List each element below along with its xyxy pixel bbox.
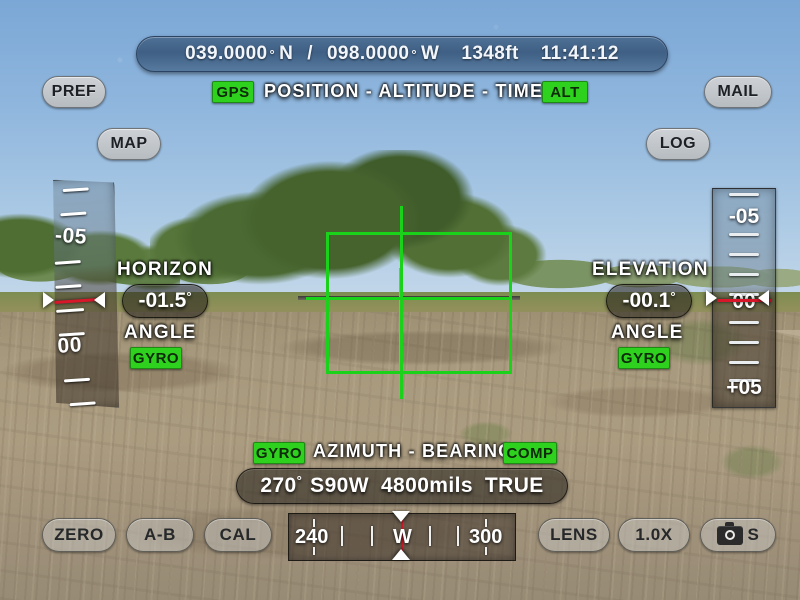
cal-button[interactable]: CAL	[204, 518, 272, 552]
elevation-title: ELEVATION	[592, 259, 709, 280]
azimuth-degrees: 270	[260, 474, 297, 497]
azimuth-mils: 4800mils	[380, 474, 473, 497]
altitude-value: 1348ft	[461, 43, 519, 64]
position-altitude-time-bar[interactable]: 039.0000 ° N / 098.0000 ° W 1348ft 11:41…	[136, 36, 668, 72]
elevation-value-readout[interactable]: -00.1 °	[606, 284, 692, 318]
horizon-title: HORIZON	[117, 259, 214, 280]
latitude-hemisphere: N	[279, 43, 294, 64]
elevation-source-badge[interactable]: GYRO	[618, 347, 670, 369]
hud-camera-view: 039.0000 ° N / 098.0000 ° W 1348ft 11:41…	[0, 0, 800, 600]
zero-button[interactable]: ZERO	[42, 518, 116, 552]
azimuth-bearing-readout[interactable]: 270 ° S90W 4800mils TRUE	[236, 468, 568, 504]
elevation-degree-symbol: °	[670, 289, 676, 304]
central-tree	[150, 150, 570, 310]
azimuth-comp-badge[interactable]: COMP	[503, 442, 557, 464]
elevation-tick	[729, 193, 759, 196]
time-value: 11:41:12	[540, 43, 619, 64]
horizon-pointer-left	[43, 292, 54, 308]
latitude-degree-symbol: °	[269, 46, 276, 62]
compass-label-center: W	[393, 526, 412, 548]
elevation-subtitle: ANGLE	[611, 322, 684, 343]
longitude-hemisphere: W	[421, 43, 440, 64]
compass-tick	[313, 519, 315, 527]
camera-mode-label: S	[747, 525, 760, 544]
azimuth-reference: TRUE	[484, 474, 544, 497]
elevation-tick	[729, 273, 759, 276]
longitude-value: 098.0000	[326, 43, 410, 64]
azimuth-gyro-badge[interactable]: GYRO	[253, 442, 305, 464]
gps-badge[interactable]: GPS	[212, 81, 254, 103]
pref-button[interactable]: PREF	[42, 76, 106, 108]
horizon-degree-symbol: °	[186, 289, 192, 304]
longitude-degree-symbol: °	[411, 46, 418, 62]
elevation-scale-label-plus5: +05	[726, 376, 762, 399]
horizon-value: -01.5	[138, 289, 187, 312]
elevation-pointer-right	[758, 290, 769, 306]
compass-tick	[457, 526, 459, 546]
horizon-scale-label-zero: 00	[56, 333, 83, 358]
elevation-tick	[729, 233, 759, 236]
azimuth-degree-symbol: °	[296, 473, 303, 488]
log-button[interactable]: LOG	[646, 128, 710, 160]
azimuth-bearing-title: AZIMUTH - BEARING	[313, 441, 514, 461]
compass-tick	[371, 526, 373, 546]
horizon-subtitle: ANGLE	[124, 322, 197, 343]
camera-shutter-button[interactable]: S	[700, 518, 776, 552]
compass-label-left: 240	[295, 526, 329, 548]
elevation-tick	[729, 361, 759, 364]
mail-button[interactable]: MAIL	[704, 76, 772, 108]
compass-marker-bottom	[392, 549, 410, 560]
position-altitude-time-title: POSITION - ALTITUDE - TIME	[264, 81, 544, 101]
elevation-pointer-left	[706, 290, 717, 306]
compass-tick	[313, 547, 315, 555]
coordinate-separator: /	[307, 43, 313, 64]
latitude-value: 039.0000	[185, 43, 268, 64]
compass-tick	[429, 526, 431, 546]
ab-button[interactable]: A-B	[126, 518, 194, 552]
horizon-source-badge[interactable]: GYRO	[130, 347, 182, 369]
compass-marker-top	[392, 511, 410, 522]
elevation-value: -00.1	[622, 289, 671, 312]
lens-button[interactable]: LENS	[538, 518, 610, 552]
alt-badge[interactable]: ALT	[542, 81, 588, 103]
compass-label-right: 300	[469, 526, 503, 548]
elevation-tick	[729, 253, 759, 256]
zoom-level-button[interactable]: 1.0X	[618, 518, 690, 552]
horizon-pointer-right	[94, 292, 105, 308]
map-button[interactable]: MAP	[97, 128, 161, 160]
compass-tick	[341, 526, 343, 546]
horizon-scale-label-minus5: -05	[54, 223, 88, 249]
elevation-scale-label-minus5: -05	[728, 205, 760, 228]
elevation-tick	[729, 341, 759, 344]
horizon-value-readout[interactable]: -01.5 °	[122, 284, 208, 318]
azimuth-quadrant-bearing: S90W	[310, 474, 369, 497]
elevation-tick	[729, 321, 759, 324]
camera-icon	[716, 521, 743, 545]
